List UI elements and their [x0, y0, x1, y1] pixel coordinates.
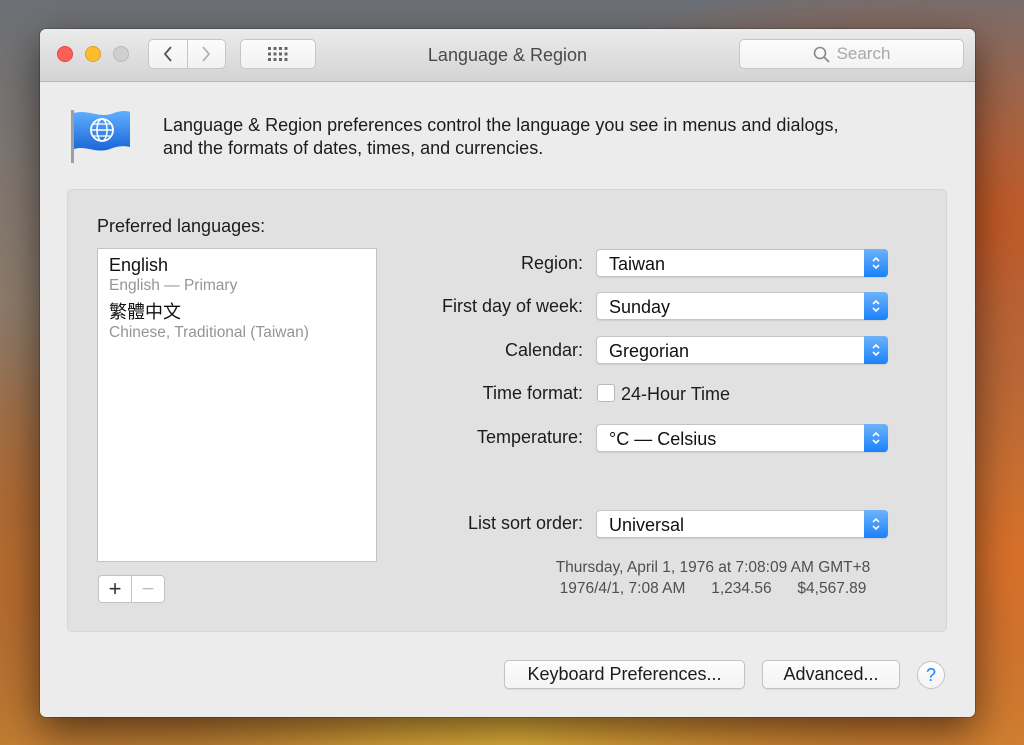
region-value: Taiwan [609, 254, 666, 274]
search-placeholder: Search [836, 44, 891, 63]
globe-flag-icon [71, 110, 130, 163]
region-popup[interactable]: Taiwan [596, 249, 888, 277]
settings-panel: Preferred languages: English English — P… [67, 189, 947, 632]
intro-text: Language & Region preferences control th… [163, 114, 923, 160]
intro-line-1: Language & Region preferences control th… [163, 115, 839, 135]
sort-order-label: List sort order: [467, 513, 583, 533]
sample-date-line: Thursday, April 1, 1976 at 7:08:09 AM GM… [555, 559, 871, 576]
remove-language-button[interactable]: − [131, 576, 164, 602]
intro-line-2: and the formats of dates, times, and cur… [163, 138, 544, 158]
language-detail: English — Primary [109, 277, 238, 294]
search-icon [813, 46, 830, 63]
stepper-arrows-icon [864, 292, 888, 320]
preferences-window: Language & Region Search Language & Regi… [40, 29, 975, 717]
stepper-arrows-icon [864, 424, 888, 452]
advanced-button[interactable]: Advanced... [762, 660, 900, 689]
first-day-value: Sunday [609, 297, 671, 317]
region-label: Region: [520, 253, 583, 273]
temperature-label: Temperature: [476, 427, 583, 447]
first-day-popup[interactable]: Sunday [596, 292, 888, 320]
keyboard-preferences-button[interactable]: Keyboard Preferences... [504, 660, 745, 689]
first-day-label: First day of week: [441, 296, 583, 316]
add-language-button[interactable]: + [99, 576, 131, 602]
stepper-arrows-icon [864, 249, 888, 277]
sort-order-value: Universal [609, 515, 685, 535]
temperature-value: °C — Celsius [609, 429, 717, 449]
preferred-languages-label: Preferred languages: [97, 216, 266, 236]
stepper-arrows-icon [864, 510, 888, 538]
stepper-arrows-icon [864, 336, 888, 364]
temperature-popup[interactable]: °C — Celsius [596, 424, 888, 452]
calendar-label: Calendar: [504, 340, 583, 360]
help-button[interactable]: ? [917, 661, 945, 689]
search-field[interactable]: Search [739, 39, 964, 69]
time-format-label: Time format: [482, 383, 583, 403]
add-remove-control: + − [98, 575, 165, 603]
sort-order-popup[interactable]: Universal [596, 510, 888, 538]
calendar-popup[interactable]: Gregorian [596, 336, 888, 364]
sample-format-line: 1976/4/1, 7:08 AM 1,234.56 $4,567.89 [559, 580, 867, 597]
title-bar: Language & Region Search [40, 29, 975, 82]
calendar-value: Gregorian [609, 341, 690, 361]
24-hour-label[interactable]: 24-Hour Time [621, 384, 730, 405]
24-hour-checkbox[interactable] [597, 384, 615, 402]
